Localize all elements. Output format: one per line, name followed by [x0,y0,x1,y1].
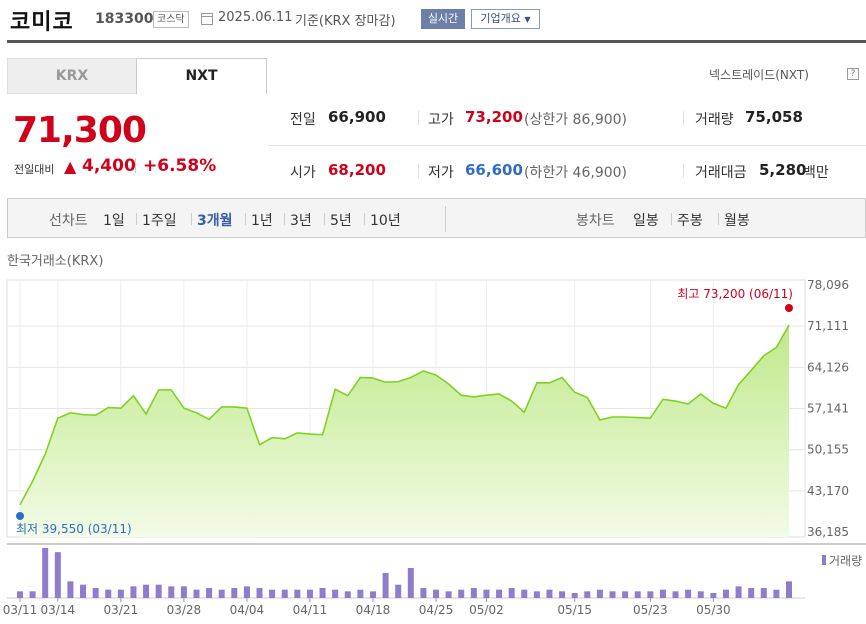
volume-bar [180,586,187,598]
volume-bar [584,591,591,598]
min-marker [16,512,24,520]
max-marker [785,304,793,312]
volume-bar [458,589,465,598]
price-area [20,325,789,537]
x-tick-label: 05/15 [557,603,592,617]
volume-bar [17,591,23,598]
max-label: 최고 73,200 (06/11) [677,287,793,301]
x-tick-label: 03/11 [3,603,38,617]
volume-bar [420,588,427,598]
x-tick-label: 05/02 [469,603,504,617]
y-tick-label: 36,185 [807,525,849,539]
volume-bar [483,589,490,598]
volume-bar [168,586,175,598]
x-tick-label: 05/30 [696,603,731,617]
y-tick-label: 64,126 [807,360,849,374]
volume-legend-swatch [822,555,826,565]
volume-bar [571,593,578,598]
y-tick-label: 50,155 [807,443,849,457]
volume-bar [130,586,137,598]
volume-bar [773,589,780,598]
volume-bar [609,591,616,598]
volume-bar [117,589,124,598]
volume-bar [143,584,150,598]
volume-bar [710,593,717,598]
volume-bar [433,589,440,598]
volume-bar [306,589,313,598]
y-tick-label: 71,111 [807,319,849,333]
volume-bar [735,586,742,598]
volume-bar [521,589,528,598]
price-chart: 78,096 71,111 64,126 57,141 50,155 43,170 36,1… [3,278,866,617]
volume-bar [748,588,755,598]
volume-bar [407,568,414,598]
volume-bar [206,588,213,598]
volume-bar [369,591,376,598]
volume-bar [281,589,288,598]
volume-bar [80,584,87,598]
volume-bar [105,589,112,598]
volume-bar [697,591,704,598]
volume-bar [357,589,364,598]
y-tick-label: 43,170 [807,484,849,498]
volume-bar [445,591,452,598]
volume-bar [634,591,641,598]
volume-bar [722,589,729,598]
volume-bar [596,589,603,598]
volume-bar [294,589,301,598]
volume-bar [231,588,238,598]
volume-bar [155,584,162,598]
x-tick-label: 04/11 [293,603,328,617]
volume-bar [218,589,225,598]
x-tick-label: 03/21 [104,603,139,617]
x-tick-label: 03/14 [41,603,76,617]
y-tick-label: 78,096 [807,278,849,292]
volume-bar [760,588,767,598]
x-tick-label: 04/04 [230,603,265,617]
volume-bar [533,591,540,598]
volume-bar [659,589,666,598]
volume-bar [672,591,679,598]
volume-bar [508,588,515,598]
volume-bar [256,588,263,598]
x-tick-label: 04/18 [356,603,391,617]
volume-bar [559,591,566,598]
volume-bar [193,589,200,598]
min-label: 최저 39,550 (03/11) [16,522,132,536]
volume-bar [470,588,477,598]
x-tick-label: 04/25 [419,603,454,617]
volume-bar [382,573,389,598]
volume-bar [42,548,49,598]
volume-bar [344,591,351,598]
volume-bar [546,589,553,598]
volume-bar [685,589,692,598]
volume-bar [786,581,792,598]
volume-bar [54,552,61,598]
volume-bar [67,581,74,598]
volume-bar [319,588,326,598]
volume-bar [29,591,36,598]
volume-bar [496,589,503,598]
volume-legend: 거래량 [829,554,862,568]
volume-bar [269,589,276,598]
y-tick-label: 57,141 [807,401,849,415]
volume-bar [622,591,629,598]
x-tick-label: 03/28 [167,603,202,617]
x-tick-label: 05/23 [633,603,668,617]
volume-bar [395,584,402,598]
volume-bar [243,586,250,598]
volume-bar [92,588,99,598]
volume-bar [332,589,339,598]
volume-bar [647,591,654,598]
